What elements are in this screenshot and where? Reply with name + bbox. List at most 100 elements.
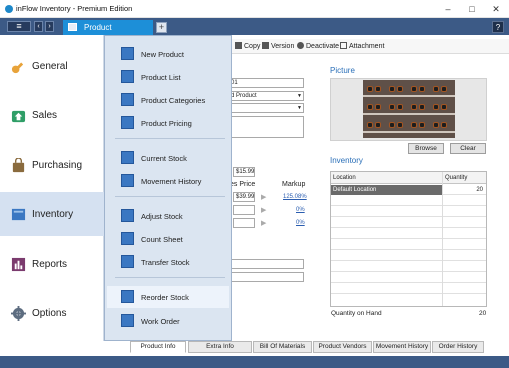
menu-item-movement-history[interactable]: Movement History <box>107 170 229 192</box>
tab-product-info[interactable]: Product Info <box>130 341 186 353</box>
table-row[interactable] <box>331 207 486 217</box>
back-button[interactable]: ‹ <box>34 21 43 32</box>
forward-button[interactable]: › <box>45 21 54 32</box>
menu-category-sales[interactable]: Sales <box>0 93 104 137</box>
description-field[interactable] <box>228 116 304 138</box>
sunglasses-icon <box>367 86 382 92</box>
product-name-field[interactable]: 01 <box>228 78 304 88</box>
tab-extra-info[interactable]: Extra Info <box>188 341 252 353</box>
menu-category-options[interactable]: Options <box>0 291 104 335</box>
new-tab-button[interactable]: + <box>156 22 167 33</box>
version-label: Version <box>271 43 295 50</box>
attachment-label: Attachment <box>349 43 385 50</box>
inventory-table-header: Location Quantity <box>331 172 486 184</box>
inventory-submenu: New Product Product List Product Categor… <box>104 35 232 341</box>
price-field-3[interactable] <box>233 218 255 228</box>
deactivate-label: Deactivate <box>306 43 340 50</box>
table-row[interactable] <box>331 251 486 261</box>
menu-item-label: Movement History <box>141 177 202 186</box>
main-menu-categories: General Sales Purchasing Inventory Repor… <box>0 35 104 341</box>
table-row[interactable]: Default Location 20 <box>331 185 486 195</box>
product-categories-icon <box>121 93 134 106</box>
sunglasses-icon <box>433 122 448 128</box>
tab-product-vendors[interactable]: Product Vendors <box>313 341 372 353</box>
menu-category-general[interactable]: General <box>0 44 104 88</box>
menu-category-reports[interactable]: Reports <box>0 242 104 286</box>
product-picture <box>330 78 487 141</box>
dropdown-arrow-icon: ▼ <box>297 93 302 99</box>
extra-field-2[interactable] <box>228 272 304 282</box>
copy-label: Copy <box>244 43 261 50</box>
price-field-2[interactable] <box>233 205 255 215</box>
menu-item-reorder-stock[interactable]: Reorder Stock <box>107 286 229 308</box>
current-stock-icon <box>121 151 134 164</box>
tab-product-label: Product <box>84 23 112 32</box>
menu-separator <box>115 196 225 197</box>
menu-item-current-stock[interactable]: Current Stock <box>107 147 229 169</box>
sunglasses-icon <box>389 122 404 128</box>
markup-label: Markup <box>282 181 306 188</box>
sunglasses-icon <box>411 86 426 92</box>
browse-button[interactable]: Browse <box>408 143 444 154</box>
quantity-on-hand-value: 20 <box>479 310 487 317</box>
inventory-title: Inventory <box>330 156 363 165</box>
menu-item-product-list[interactable]: Product List <box>107 66 229 88</box>
menu-item-adjust-stock[interactable]: Adjust Stock <box>107 205 229 227</box>
quantity-cell[interactable]: 20 <box>443 185 486 195</box>
tab-bill-of-materials[interactable]: Bill Of Materials <box>253 341 312 353</box>
menu-item-product-pricing[interactable]: Product Pricing <box>107 112 229 134</box>
menu-category-inventory[interactable]: Inventory <box>0 192 104 236</box>
extra-field-1[interactable] <box>228 259 304 269</box>
menu-item-new-product[interactable]: New Product <box>107 43 229 65</box>
sunglasses-icon <box>411 122 426 128</box>
table-row[interactable] <box>331 273 486 283</box>
menu-category-label: Sales <box>32 110 58 121</box>
menu-item-label: Adjust Stock <box>141 212 183 221</box>
table-row[interactable] <box>331 229 486 239</box>
menu-category-label: General <box>32 61 68 72</box>
arrow-right-icon: ▶ <box>261 220 267 227</box>
menu-item-label: Count Sheet <box>141 235 183 244</box>
tab-movement-history[interactable]: Movement History <box>373 341 431 353</box>
menu-item-work-order[interactable]: Work Order <box>107 310 229 332</box>
product-type-select[interactable]: d Product ▼ <box>228 91 304 101</box>
help-button[interactable]: ? <box>492 21 504 33</box>
category-select[interactable]: ▼ <box>228 103 304 113</box>
tab-order-history[interactable]: Order History <box>432 341 484 353</box>
clear-button[interactable]: Clear <box>450 143 486 154</box>
menu-item-label: Reorder Stock <box>141 293 189 302</box>
menu-separator <box>115 277 225 278</box>
paperclip-icon <box>340 42 347 49</box>
arrow-right-icon: ▶ <box>261 207 267 214</box>
copy-button[interactable]: Copy <box>235 42 260 50</box>
table-row[interactable] <box>331 196 486 206</box>
menu-item-transfer-stock[interactable]: Transfer Stock <box>107 251 229 273</box>
markup-link-3[interactable]: 0% <box>296 220 305 226</box>
table-row[interactable] <box>331 218 486 228</box>
status-bar <box>0 356 509 368</box>
table-row[interactable] <box>331 240 486 250</box>
location-cell[interactable]: Default Location <box>331 185 442 195</box>
product-list-icon <box>121 70 134 83</box>
product-photo <box>363 80 455 138</box>
column-header-location: Location <box>333 175 356 181</box>
version-button[interactable]: Version <box>262 42 294 50</box>
main-menu-button[interactable]: ≡ <box>7 21 31 32</box>
cost-field[interactable]: $15.99 <box>233 167 255 177</box>
adjust-stock-icon <box>121 209 134 222</box>
markup-link-1[interactable]: 125.08% <box>283 194 307 200</box>
menu-item-count-sheet[interactable]: Count Sheet <box>107 228 229 250</box>
table-row[interactable] <box>331 262 486 272</box>
app-logo-icon <box>5 5 13 13</box>
copy-icon <box>235 42 242 49</box>
sales-price-field[interactable]: $39.99 <box>233 192 255 202</box>
menu-item-label: Current Stock <box>141 154 187 163</box>
menu-category-purchasing[interactable]: Purchasing <box>0 143 104 187</box>
markup-link-2[interactable]: 0% <box>296 207 305 213</box>
menu-item-product-categories[interactable]: Product Categories <box>107 89 229 111</box>
table-row[interactable] <box>331 284 486 294</box>
tab-product[interactable]: Product <box>63 20 153 35</box>
attachment-button[interactable]: Attachment <box>340 42 384 50</box>
deactivate-button[interactable]: Deactivate <box>297 42 339 50</box>
close-button[interactable]: ✕ <box>482 0 509 18</box>
